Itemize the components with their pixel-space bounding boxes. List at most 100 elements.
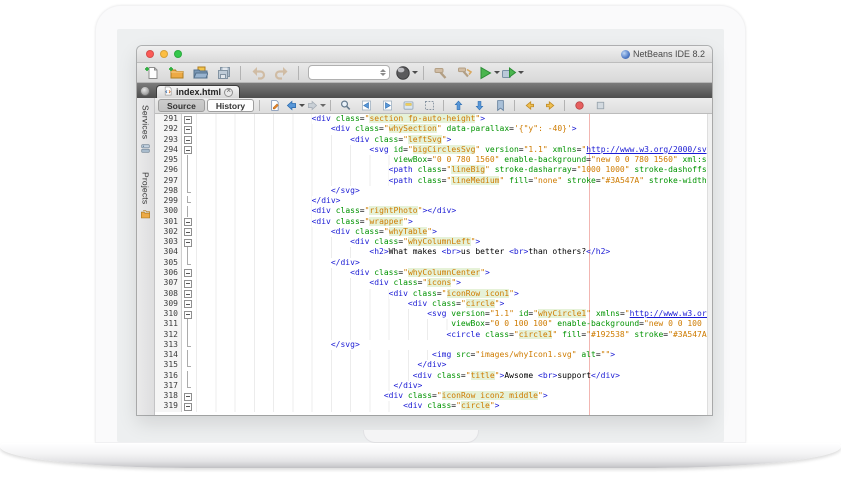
fold-marker[interactable] — [182, 124, 195, 134]
fold-marker[interactable] — [182, 227, 195, 237]
shift-line-right-button[interactable] — [541, 98, 559, 113]
new-file-button[interactable] — [141, 63, 162, 82]
code-editor[interactable]: 291<div class="section fp-auto-height">2… — [155, 114, 712, 415]
project-configuration-combobox[interactable] — [308, 65, 390, 80]
minimize-window-button[interactable] — [160, 50, 168, 58]
code-line-315[interactable]: 315</div> — [155, 360, 712, 370]
code-line-293[interactable]: 293<div class="leftSvg"> — [155, 135, 712, 145]
fold-marker[interactable] — [182, 309, 195, 319]
browser-select-button[interactable] — [396, 63, 417, 82]
open-project-icon — [192, 65, 208, 81]
error-stripe[interactable] — [707, 114, 712, 415]
code-line-319[interactable]: 319<div class="circle"> — [155, 401, 712, 411]
fold-marker[interactable] — [182, 289, 195, 299]
code-line-318[interactable]: 318<div class="iconRow icon2 middle"> — [155, 391, 712, 401]
code-line-301[interactable]: 301<div class="wrapper"> — [155, 217, 712, 227]
editor-tab-corner-icon[interactable] — [140, 86, 150, 96]
toggle-rectangular-selection-button[interactable] — [420, 98, 438, 113]
line-number: 314 — [155, 350, 182, 360]
save-all-button[interactable] — [213, 63, 234, 82]
forward-button[interactable] — [307, 98, 325, 113]
line-number: 292 — [155, 124, 182, 134]
code-line-295[interactable]: 295viewBox="0 0 780 1560" enable-backgro… — [155, 155, 712, 165]
code-line-309[interactable]: 309<div class="circle"> — [155, 299, 712, 309]
code-line-307[interactable]: 307<div class="icons"> — [155, 278, 712, 288]
last-edit-button[interactable] — [265, 98, 283, 113]
toggle-highlight-search-button[interactable] — [399, 98, 417, 113]
tab-index-html[interactable]: index.html — [156, 85, 240, 98]
dropdown-caret-icon[interactable] — [320, 104, 326, 107]
debug-project-button[interactable] — [502, 63, 523, 82]
next-bookmark-button[interactable] — [470, 98, 488, 113]
new-project-button[interactable] — [165, 63, 186, 82]
open-project-button[interactable] — [189, 63, 210, 82]
view-source-button[interactable]: Source — [158, 99, 205, 112]
fold-marker[interactable] — [182, 268, 195, 278]
code-line-300[interactable]: 300<div class="rightPhoto"></div> — [155, 206, 712, 216]
find-icon — [339, 99, 352, 112]
line-number: 310 — [155, 309, 182, 319]
fold-marker[interactable] — [182, 299, 195, 309]
code-line-291[interactable]: 291<div class="section fp-auto-height"> — [155, 114, 712, 124]
sidebar-tab-label: Services — [141, 105, 151, 139]
dropdown-caret-icon[interactable] — [494, 71, 500, 74]
fold-marker[interactable] — [182, 135, 195, 145]
line-number: 318 — [155, 391, 182, 401]
code-lines: 291<div class="section fp-auto-height">2… — [155, 114, 712, 412]
clean-build-project-button[interactable] — [454, 63, 475, 82]
undo-button[interactable] — [247, 63, 268, 82]
run-project-button[interactable] — [478, 63, 499, 82]
back-button[interactable] — [286, 98, 304, 113]
sidebar-tab-services[interactable]: Services — [140, 105, 151, 159]
find-previous-occurrence-button[interactable] — [357, 98, 375, 113]
code-line-306[interactable]: 306<div class="whyColumnCenter"> — [155, 268, 712, 278]
combobox-stepper-icon[interactable] — [380, 69, 386, 76]
code-line-294[interactable]: 294<svg id="bigCirclesSvg" version="1.1"… — [155, 145, 712, 155]
fold-marker[interactable] — [182, 114, 195, 124]
dropdown-caret-icon[interactable] — [518, 71, 524, 74]
fold-marker[interactable] — [182, 217, 195, 227]
find-next-occurrence-button[interactable] — [378, 98, 396, 113]
code-line-311[interactable]: 311viewBox="0 0 100 100" enable-backgrou… — [155, 319, 712, 329]
code-text: <img src="images/whyIcon1.svg" alt=""> — [195, 350, 615, 360]
code-line-303[interactable]: 303<div class="whyColumnLeft"> — [155, 237, 712, 247]
save-all-icon — [216, 65, 232, 81]
code-line-310[interactable]: 310<svg version="1.1" id="whyCircle1" xm… — [155, 309, 712, 319]
start-macro-recording-button[interactable] — [570, 98, 588, 113]
code-line-317[interactable]: 317</div> — [155, 381, 712, 391]
fold-marker[interactable] — [182, 237, 195, 247]
close-tab-icon[interactable] — [224, 88, 233, 97]
fold-marker[interactable] — [182, 391, 195, 401]
shift-line-left-button[interactable] — [520, 98, 538, 113]
toggle-bookmark-button[interactable] — [491, 98, 509, 113]
code-line-313[interactable]: 313</svg> — [155, 340, 712, 350]
redo-button[interactable] — [271, 63, 292, 82]
code-line-299[interactable]: 299</div> — [155, 196, 712, 206]
code-line-316[interactable]: 316<div class="title">Awsome <br>support… — [155, 371, 712, 381]
fold-marker[interactable] — [182, 145, 195, 155]
code-line-314[interactable]: 314 <img src="images/whyIcon1.svg" alt=""… — [155, 350, 712, 360]
find-button[interactable] — [336, 98, 354, 113]
view-history-button[interactable]: History — [207, 99, 254, 112]
code-line-297[interactable]: 297<path class="lineMedium" fill="none" … — [155, 176, 712, 186]
code-line-302[interactable]: 302<div class="whyTable"> — [155, 227, 712, 237]
code-line-308[interactable]: 308<div class="iconRow icon1"> — [155, 289, 712, 299]
fold-marker — [182, 330, 195, 340]
dropdown-caret-icon[interactable] — [412, 71, 418, 74]
zoom-window-button[interactable] — [174, 50, 182, 58]
code-line-296[interactable]: 296<path class="lineBig" stroke-dasharra… — [155, 165, 712, 175]
previous-bookmark-button[interactable] — [449, 98, 467, 113]
code-line-312[interactable]: 312<circle class="circle1" fill="#192538… — [155, 330, 712, 340]
fold-marker[interactable] — [182, 401, 195, 411]
sidebar-tab-projects[interactable]: Projects — [140, 172, 151, 224]
build-project-button[interactable] — [430, 63, 451, 82]
code-line-304[interactable]: 304<h2>What makes <br>us better <br>than… — [155, 247, 712, 257]
code-line-305[interactable]: 305</div> — [155, 258, 712, 268]
code-line-298[interactable]: 298</svg> — [155, 186, 712, 196]
close-window-button[interactable] — [146, 50, 154, 58]
code-text: </svg> — [195, 340, 360, 350]
code-line-292[interactable]: 292<div class="whySection" data-parallax… — [155, 124, 712, 134]
dropdown-caret-icon[interactable] — [299, 104, 305, 107]
fold-marker[interactable] — [182, 278, 195, 288]
stop-macro-recording-button[interactable] — [591, 98, 609, 113]
